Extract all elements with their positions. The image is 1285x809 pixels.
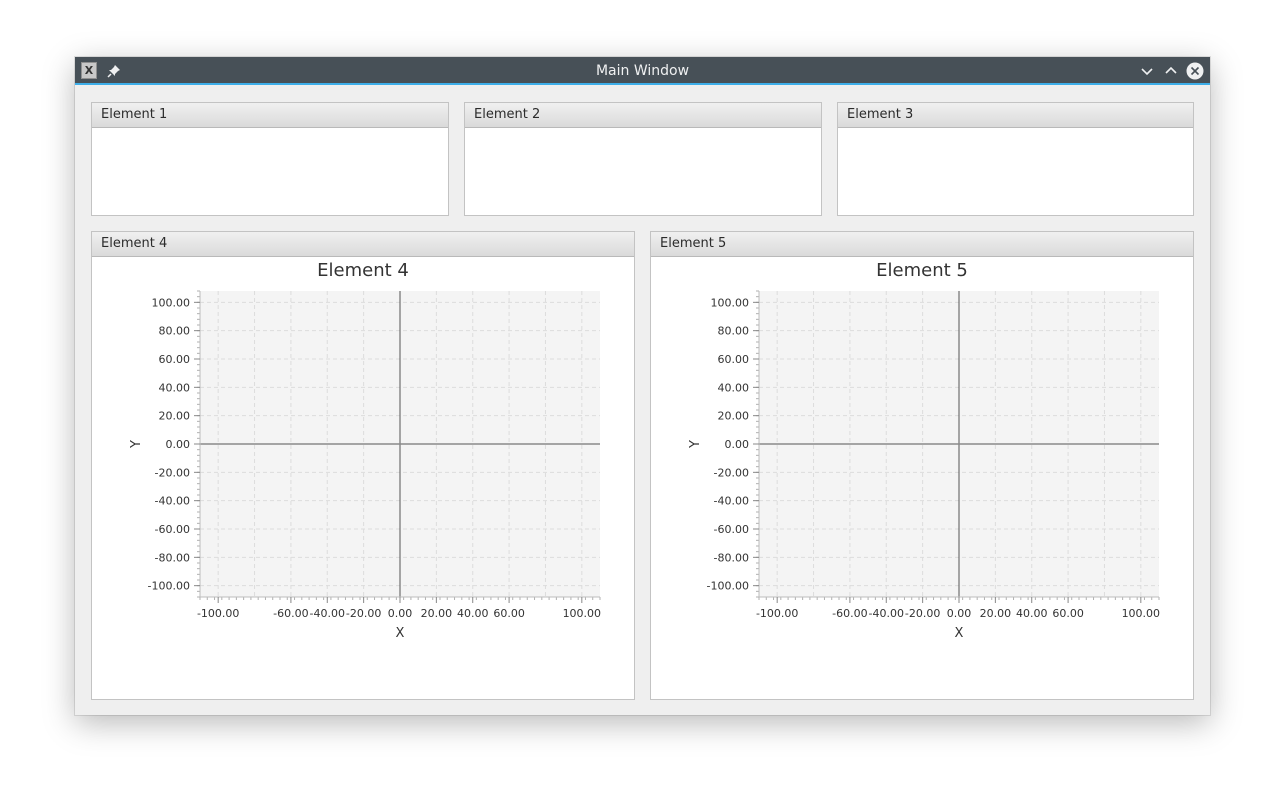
y-tick-label: 40.00 <box>718 381 750 394</box>
chart-element-4[interactable]: Element 4-100.00 -60.00 -40.00 -20.00 0.00 20… <box>92 257 634 699</box>
panel-header[interactable]: Element 3 <box>838 103 1193 128</box>
y-tick-label: -80.00 <box>155 551 190 564</box>
y-tick-label: -40.00 <box>155 495 190 508</box>
y-tick-label: -40.00 <box>714 495 749 508</box>
y-tick-label: -20.00 <box>155 466 190 479</box>
x-tick-label: 0.00 <box>947 607 972 620</box>
x-tick-label: 40.00 <box>457 607 489 620</box>
x-tick-label: -100.00 <box>197 607 239 620</box>
chevron-down-icon[interactable] <box>1138 62 1156 80</box>
y-tick-label: 80.00 <box>718 325 750 338</box>
y-tick-label: 40.00 <box>159 381 191 394</box>
y-tick-label: 60.00 <box>159 353 191 366</box>
x-tick-label: -40.00 <box>869 607 904 620</box>
x-tick-label: -20.00 <box>905 607 940 620</box>
chart-title: Element 4 <box>317 260 409 281</box>
chart-title: Element 5 <box>876 260 968 281</box>
x-tick-label: 20.00 <box>980 607 1012 620</box>
x-tick-label: 20.00 <box>421 607 453 620</box>
y-tick-label: 20.00 <box>718 410 750 423</box>
x-axis-label: X <box>396 626 405 641</box>
y-tick-label: 100.00 <box>152 296 191 309</box>
panel-header[interactable]: Element 4 <box>92 232 634 257</box>
chart-element-5[interactable]: Element 5-100.00 -60.00 -40.00 -20.00 0.00 20… <box>651 257 1193 699</box>
x-tick-label: 40.00 <box>1016 607 1048 620</box>
panel-header[interactable]: Element 1 <box>92 103 448 128</box>
chevron-up-icon[interactable] <box>1162 62 1180 80</box>
x-tick-label: 100.00 <box>563 607 602 620</box>
x-tick-label: 60.00 <box>1052 607 1084 620</box>
y-tick-label: -80.00 <box>714 551 749 564</box>
x-tick-label: 100.00 <box>1122 607 1161 620</box>
x-tick-label: 0.00 <box>388 607 413 620</box>
y-axis-label: Y <box>688 440 703 449</box>
y-tick-label: 0.00 <box>725 438 750 451</box>
y-tick-label: 20.00 <box>159 410 191 423</box>
y-tick-label: -100.00 <box>707 580 749 593</box>
panel-element-5: Element 5 Element 5 -100.00 -60.00 -40.00 -2… <box>650 231 1194 700</box>
y-tick-label: -100.00 <box>148 580 190 593</box>
window-title: Main Window <box>595 63 690 79</box>
x-tick-label: -20.00 <box>346 607 381 620</box>
y-tick-label: -60.00 <box>714 523 749 536</box>
y-tick-label: 80.00 <box>159 325 191 338</box>
main-window: X Main Window Element 1 Element 2 Elemen… <box>75 57 1210 715</box>
y-tick-label: -20.00 <box>714 466 749 479</box>
y-tick-label: 0.00 <box>166 438 191 451</box>
x-tick-label: -60.00 <box>273 607 308 620</box>
y-tick-label: 100.00 <box>711 296 750 309</box>
panel-element-2: Element 2 <box>464 102 822 216</box>
y-tick-label: 60.00 <box>718 353 750 366</box>
close-circle-icon[interactable] <box>1186 62 1204 80</box>
panel-header[interactable]: Element 5 <box>651 232 1193 257</box>
y-tick-label: -60.00 <box>155 523 190 536</box>
panel-element-1: Element 1 <box>91 102 449 216</box>
y-axis-label: Y <box>129 440 144 449</box>
panel-element-3: Element 3 <box>837 102 1194 216</box>
title-bar[interactable]: X Main Window <box>75 57 1210 85</box>
panel-element-4: Element 4 Element 4 -100.00 -60.00 -40.00 -2… <box>91 231 635 700</box>
x-tick-label: -40.00 <box>310 607 345 620</box>
x-tick-label: -100.00 <box>756 607 798 620</box>
x-tick-label: 60.00 <box>493 607 525 620</box>
x-axis-label: X <box>955 626 964 641</box>
x-tick-label: -60.00 <box>832 607 867 620</box>
panel-header[interactable]: Element 2 <box>465 103 821 128</box>
